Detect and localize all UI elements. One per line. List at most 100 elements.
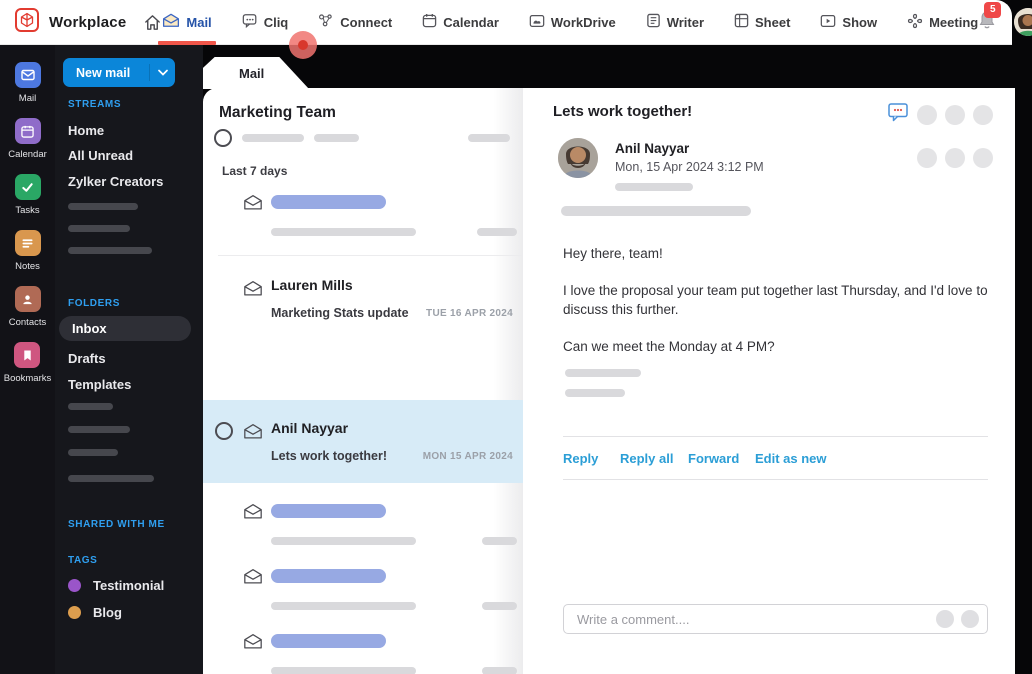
- nav-label: Connect: [340, 14, 393, 30]
- list-toolbar-skeleton: [214, 129, 514, 147]
- calendar-app-icon: [14, 118, 41, 144]
- rail-item-calendar[interactable]: Calendar: [8, 118, 47, 160]
- edit-as-new-button[interactable]: Edit as new: [755, 451, 827, 466]
- sidebar-item-templates[interactable]: Templates: [68, 377, 131, 392]
- sender-avatar: [558, 138, 598, 178]
- nav-sheet[interactable]: Sheet: [734, 0, 790, 45]
- brand: Workplace: [0, 7, 162, 38]
- nav-workdrive[interactable]: WorkDrive: [529, 0, 616, 45]
- rail-label: Mail: [18, 93, 37, 104]
- rail-label: Notes: [15, 261, 40, 272]
- reply-all-button[interactable]: Reply all: [620, 451, 688, 466]
- skeleton-bar: [68, 426, 130, 433]
- mail-item-skeleton[interactable]: [203, 503, 523, 553]
- rail-item-tasks[interactable]: Tasks: [14, 174, 41, 216]
- mail-nav-icon: [162, 13, 180, 31]
- toolbar-action-placeholder[interactable]: [917, 104, 937, 125]
- forward-button[interactable]: Forward: [688, 451, 755, 466]
- top-bar: Workplace Mail Cliq Connect Calendar Wor…: [0, 0, 1032, 45]
- mail-tab[interactable]: Mail: [203, 57, 309, 89]
- contacts-app-icon: [14, 286, 41, 312]
- writer-icon: [646, 13, 661, 31]
- sender-name: Anil Nayyar: [615, 141, 690, 156]
- connect-icon: [318, 13, 334, 31]
- nav-label: Sheet: [755, 14, 791, 30]
- toolbar-action-placeholder[interactable]: [973, 104, 993, 125]
- nav-show[interactable]: Show: [820, 0, 877, 45]
- mail-item-skeleton[interactable]: [203, 633, 523, 674]
- mail-item-skeleton[interactable]: [203, 194, 523, 244]
- tag-label: Blog: [93, 605, 122, 620]
- toolbar-action-placeholder[interactable]: [945, 148, 965, 168]
- comment-icon[interactable]: [887, 102, 909, 127]
- skeleton-bar: [68, 247, 152, 254]
- envelope-icon: [243, 280, 263, 302]
- app-window: Workplace Mail Cliq Connect Calendar Wor…: [0, 0, 1032, 674]
- rail-item-mail[interactable]: Mail: [14, 62, 41, 104]
- toolbar-action-placeholder[interactable]: [917, 148, 937, 168]
- reply-button[interactable]: Reply: [563, 451, 620, 466]
- envelope-icon: [243, 423, 263, 445]
- sidebar-item-home[interactable]: Home: [68, 123, 104, 138]
- tag-label: Testimonial: [93, 578, 165, 593]
- sidebar-item-all-unread[interactable]: All Unread: [68, 148, 133, 163]
- sidebar-item-drafts[interactable]: Drafts: [68, 351, 106, 366]
- nav-label: Calendar: [443, 14, 499, 30]
- user-avatar[interactable]: [1014, 8, 1032, 36]
- brand-name: Workplace: [49, 13, 127, 31]
- sidebar-item-zylker-creators[interactable]: Zylker Creators: [68, 174, 163, 189]
- nav-writer[interactable]: Writer: [646, 0, 704, 45]
- mail-item-skeleton[interactable]: [203, 568, 523, 618]
- body-paragraph: Can we meet the Monday at 4 PM?: [563, 338, 775, 354]
- notification-badge: 5: [984, 1, 1002, 18]
- envelope-icon: [243, 503, 263, 525]
- nav-meeting[interactable]: Meeting: [907, 0, 978, 45]
- nav-mail[interactable]: Mail: [158, 0, 216, 45]
- rail-item-bookmarks[interactable]: Bookmarks: [3, 342, 52, 384]
- group-label-last-7-days: Last 7 days: [222, 164, 288, 178]
- tag-blog[interactable]: Blog: [68, 605, 122, 620]
- toolbar-action-placeholder[interactable]: [973, 148, 993, 168]
- home-icon[interactable]: [143, 13, 162, 32]
- comment-action-placeholder[interactable]: [936, 610, 954, 628]
- calendar-nav-icon: [422, 13, 437, 31]
- skeleton-bar: [482, 537, 517, 545]
- skeleton-bar: [477, 228, 517, 236]
- comment-box-actions: [936, 610, 987, 628]
- new-mail-button[interactable]: New mail: [63, 58, 175, 87]
- mail-list-title: Marketing Team: [219, 104, 336, 121]
- mail-item-anil-nayyar-selected[interactable]: Anil Nayyar Lets work together! MON 15 A…: [203, 400, 523, 483]
- skeleton-bar: [68, 225, 130, 232]
- skeleton-bar: [242, 134, 304, 142]
- rail-item-notes[interactable]: Notes: [14, 230, 41, 272]
- message-actions: Reply Reply all Forward Edit as new: [563, 451, 827, 466]
- active-tab-underline: [158, 40, 216, 45]
- meeting-icon: [907, 13, 923, 32]
- skeleton-bar: [68, 475, 154, 482]
- notifications-bell-icon[interactable]: 5: [978, 1, 1002, 35]
- toolbar-action-placeholder[interactable]: [945, 104, 965, 125]
- nav-cliq[interactable]: Cliq: [242, 0, 288, 45]
- tag-testimonial[interactable]: Testimonial: [68, 578, 164, 593]
- skeleton-bar: [271, 228, 416, 236]
- rail-item-contacts[interactable]: Contacts: [9, 286, 46, 328]
- skeleton-bar: [565, 369, 641, 377]
- rail-label: Bookmarks: [3, 373, 52, 384]
- mail-tab-label: Mail: [239, 65, 265, 81]
- body-paragraph: Hey there, team!: [563, 246, 663, 261]
- skeleton-bar: [271, 195, 386, 209]
- tag-color-dot: [68, 579, 81, 592]
- new-mail-dropdown-icon[interactable]: [149, 64, 175, 81]
- topbar-right: 5: [978, 1, 1032, 36]
- sidebar-item-inbox[interactable]: Inbox: [59, 316, 191, 341]
- comment-input[interactable]: [564, 611, 936, 627]
- nav-connect[interactable]: Connect: [318, 0, 392, 45]
- rail-label: Tasks: [15, 205, 40, 216]
- mail-item-lauren-mills[interactable]: Lauren Mills Marketing Stats update TUE …: [203, 277, 523, 336]
- select-all-checkbox[interactable]: [214, 129, 232, 147]
- comment-action-placeholder[interactable]: [961, 610, 979, 628]
- mail-subject: Marketing Stats update: [271, 306, 409, 320]
- mail-list-panel: Marketing Team Last 7 days Lauren Mills …: [203, 88, 523, 674]
- nav-calendar[interactable]: Calendar: [422, 0, 499, 45]
- app-rail: Mail Calendar Tasks Notes Contacts Bookm…: [0, 45, 55, 674]
